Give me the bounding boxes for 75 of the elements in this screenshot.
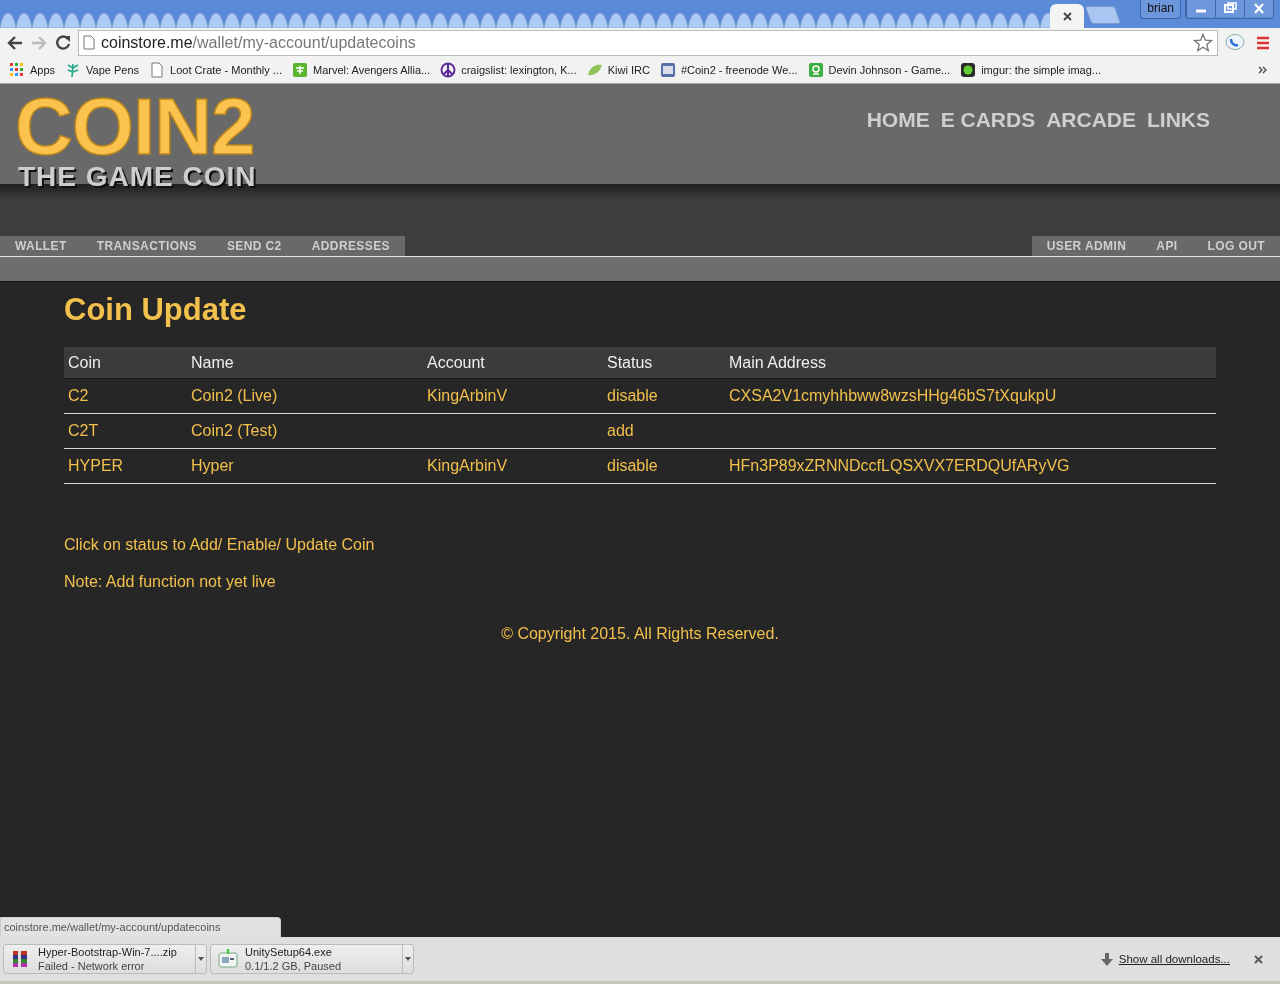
close-icon[interactable] (1254, 954, 1263, 964)
browser-tab[interactable] (1050, 4, 1084, 28)
table-cell: HFn3P89xZRNNDccfLQSXVX7ERDQUfARyVG (725, 448, 1216, 484)
table-cell: Hyper (187, 448, 423, 484)
bookmark[interactable]: Loot Crate - Monthly ... (144, 60, 287, 80)
table-cell: Coin2 (Live) (187, 378, 423, 414)
column-header: Status (603, 347, 725, 379)
status-bubble: coinstore.me/wallet/my-account/updatecoins (0, 917, 282, 937)
table-cell: KingArbinV (423, 448, 603, 484)
status-link[interactable]: add (607, 422, 634, 439)
caret-icon[interactable] (198, 957, 204, 961)
menu-tab[interactable]: SEND C2 (211, 236, 297, 256)
caret-icon[interactable] (405, 957, 411, 961)
bookmark[interactable]: #Coin2 - freenode We... (654, 60, 803, 80)
download-status: Failed - Network error (38, 959, 146, 973)
phone-bubble-icon[interactable] (1224, 32, 1246, 53)
nav-link[interactable]: LINKS (1147, 108, 1210, 132)
dot-app-icon (960, 62, 977, 78)
nav-link[interactable]: HOME (866, 108, 930, 132)
column-header: Main Address (725, 347, 1216, 379)
chevron-icon[interactable] (1258, 65, 1268, 75)
map-pin-icon (807, 62, 824, 78)
menu-tab[interactable]: LOG OUT (1192, 236, 1280, 256)
bookmark[interactable]: craigslist: lexington, K... (435, 60, 582, 80)
download-item[interactable]: UnitySetup64.exe 0.1/1.2 GB, Paused (210, 944, 414, 974)
bookmark[interactable]: Kiwi IRC (581, 60, 655, 80)
bookmark[interactable]: Devin Johnson - Game... (802, 60, 956, 80)
file-name: Hyper-Bootstrap-Win-7....zip (38, 945, 178, 959)
column-header: Coin (64, 347, 187, 379)
status-link[interactable]: disable (607, 387, 658, 404)
bookmark[interactable]: imgur: the simple imag... (955, 60, 1106, 80)
note-text: Click on status to Add/ Enable/ Update Coin (64, 536, 376, 554)
show-all-downloads-link[interactable]: Show all downloads... (1118, 953, 1230, 965)
column-header: Account (423, 347, 603, 379)
page-heading: Coin Update (64, 292, 248, 328)
download-item[interactable]: Hyper-Bootstrap-Win-7....zip Failed - Network error (3, 944, 207, 974)
table-cell: Coin2 (Test) (187, 413, 423, 449)
address-bar[interactable]: coinstore.me/wallet/my-account/updatecoins (78, 29, 1218, 56)
profile-button[interactable]: brian (1140, 0, 1181, 19)
file-name: UnitySetup64.exe (245, 945, 333, 959)
status-link[interactable]: disable (607, 457, 658, 474)
menu-tab[interactable]: USER ADMIN (1031, 236, 1142, 256)
irc-icon (659, 62, 676, 78)
apps-grid-icon (9, 62, 25, 78)
puzzle-app-icon (292, 62, 308, 78)
nav-link[interactable]: E CARDS (940, 108, 1036, 132)
leaf-icon (586, 62, 603, 78)
table-cell: KingArbinV (423, 378, 603, 414)
note-text: Note: Add function not yet live (64, 573, 277, 591)
installer-icon (217, 949, 239, 969)
copyright-text: © Copyright 2015. All Rights Reserved. (501, 625, 779, 642)
download-status: 0.1/1.2 GB, Paused (245, 959, 342, 973)
page-icon (149, 62, 166, 78)
table-cell: HYPER (64, 448, 187, 484)
reload-icon[interactable] (54, 33, 72, 52)
table-cell: C2T (64, 413, 187, 449)
column-header: Name (187, 347, 423, 379)
peace-sign-icon (440, 62, 457, 78)
download-arrow-icon (1100, 952, 1113, 966)
nav-link[interactable]: ARCADE (1046, 108, 1136, 132)
menu-tab[interactable]: WALLET (0, 236, 82, 256)
url-text: coinstore.me/wallet/my-account/updatecoins (101, 33, 416, 52)
menu-tab[interactable]: ADDRESSES (296, 236, 405, 256)
logo-title: COIN2 (15, 94, 256, 160)
table-cell: CXSA2V1cmyhhbww8wzsHHg46bS7tXqukpU (725, 378, 1216, 414)
bookmark[interactable]: Marvel: Avengers Allia... (287, 60, 436, 80)
close-icon[interactable] (1062, 11, 1072, 21)
table-cell: C2 (64, 378, 187, 414)
star-icon[interactable] (1193, 32, 1213, 53)
menu-tab[interactable]: TRANSACTIONS (81, 236, 212, 256)
bookmark[interactable]: Apps (4, 60, 61, 80)
back-icon[interactable] (6, 33, 24, 52)
menu-tab[interactable]: API (1141, 236, 1193, 256)
bookmark[interactable]: Vape Pens (60, 60, 145, 80)
page-icon (83, 35, 95, 50)
